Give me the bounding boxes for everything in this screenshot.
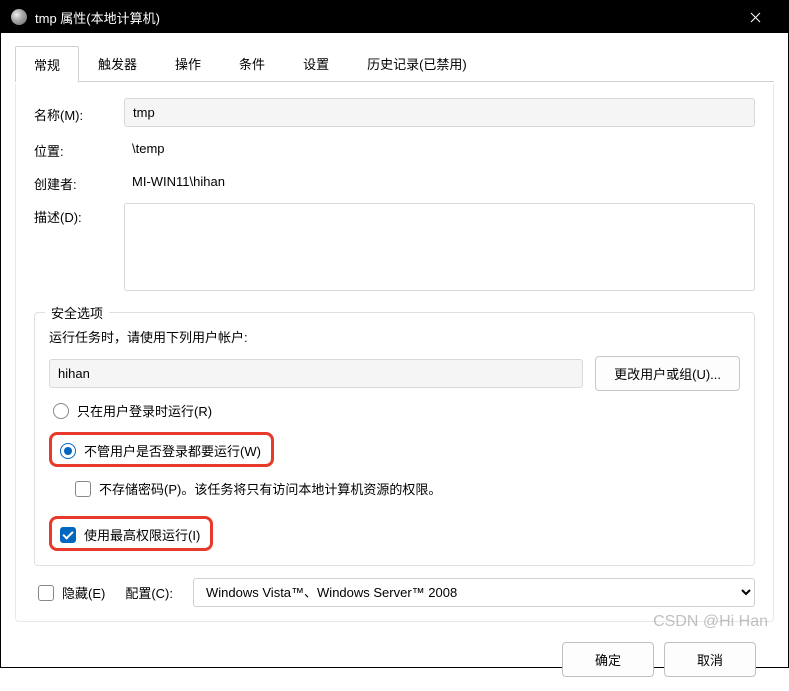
tab-strip: 常规 触发器 操作 条件 设置 历史记录(已禁用) [15,45,774,82]
description-label: 描述(D): [34,203,124,226]
radio-logged-on-label: 只在用户登录时运行(R) [77,401,212,420]
name-input[interactable] [124,98,755,127]
tab-history[interactable]: 历史记录(已禁用) [348,45,486,81]
close-icon [750,12,761,23]
tab-triggers[interactable]: 触发器 [79,45,156,81]
location-value: \temp [124,137,755,160]
ok-button[interactable]: 确定 [562,642,654,677]
window-title: tmp 属性(本地计算机) [35,8,160,27]
tab-actions[interactable]: 操作 [156,45,220,81]
security-group: 安全选项 运行任务时，请使用下列用户帐户: 更改用户或组(U)... 只在用户登… [34,312,755,566]
radio-always-row[interactable]: 不管用户是否登录都要运行(W) [56,441,261,460]
location-label: 位置: [34,137,124,160]
author-value: MI-WIN11\hihan [124,170,755,193]
checkbox-no-store-pw[interactable] [75,481,91,497]
radio-logged-on[interactable] [53,403,69,419]
checkbox-highest-priv[interactable] [60,527,76,543]
name-label: 名称(M): [34,101,124,124]
window-icon [11,9,27,25]
security-group-title: 安全选项 [45,303,109,322]
description-input[interactable] [124,203,755,291]
change-user-button[interactable]: 更改用户或组(U)... [595,356,740,391]
config-label: 配置(C): [125,583,173,602]
radio-always-label: 不管用户是否登录都要运行(W) [84,441,261,460]
config-select[interactable]: Windows Vista™、Windows Server™ 2008 [193,578,755,607]
tab-conditions[interactable]: 条件 [220,45,284,81]
highlight-run-always: 不管用户是否登录都要运行(W) [49,432,274,467]
close-button[interactable] [732,1,778,33]
radio-logged-on-row[interactable]: 只在用户登录时运行(R) [49,401,740,420]
highest-priv-row[interactable]: 使用最高权限运行(I) [56,525,200,544]
tab-settings[interactable]: 设置 [284,45,348,81]
radio-always[interactable] [60,443,76,459]
run-as-label: 运行任务时，请使用下列用户帐户: [49,327,740,346]
hidden-label: 隐藏(E) [62,583,105,602]
no-store-pw-row[interactable]: 不存储密码(P)。该任务将只有访问本地计算机资源的权限。 [71,479,740,498]
title-bar: tmp 属性(本地计算机) [1,1,788,33]
tab-general[interactable]: 常规 [15,46,79,82]
no-store-pw-label: 不存储密码(P)。该任务将只有访问本地计算机资源的权限。 [99,479,441,498]
highlight-highest-priv: 使用最高权限运行(I) [49,516,213,551]
cancel-button[interactable]: 取消 [664,642,756,677]
checkbox-hidden[interactable] [38,585,54,601]
hidden-row[interactable]: 隐藏(E) [34,583,105,602]
account-input [49,359,583,388]
highest-priv-label: 使用最高权限运行(I) [84,525,200,544]
author-label: 创建者: [34,170,124,193]
